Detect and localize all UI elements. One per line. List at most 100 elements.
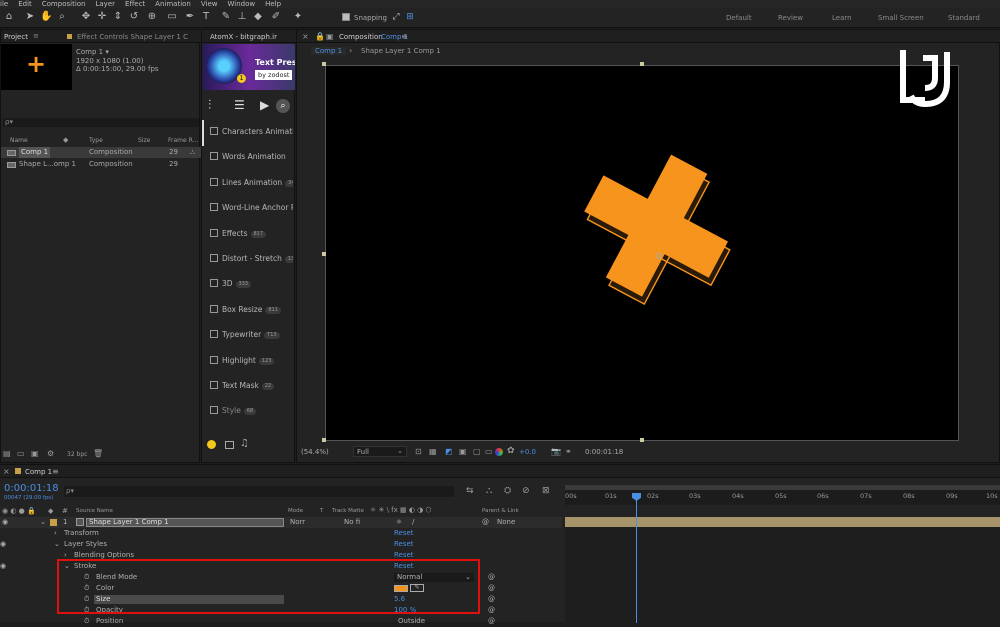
atomx-item[interactable]: Distort - Stretch 13 [205,248,293,270]
atomx-item[interactable]: Words Animation [205,146,293,168]
region-of-interest-icon[interactable]: ⊡ [415,447,422,456]
layer-breadcrumb[interactable]: Shape Layer 1 Comp 1 [361,47,441,55]
col-mode[interactable]: Mode [288,508,303,514]
motion-blur-icon[interactable]: ⊘ [522,486,530,496]
eraser-tool-icon[interactable]: ◆ [252,11,264,23]
project-settings-icon[interactable]: ⚙ [47,449,54,458]
work-area-bar[interactable] [565,485,1000,490]
music-icon[interactable]: ♫ [240,438,249,449]
pan-tool-icon[interactable]: ✛ [96,11,108,23]
menu-file[interactable]: ile [0,0,8,8]
av-switches-icon[interactable]: ◉ ◐ ● 🔒 [2,507,36,515]
snap-options-icon[interactable]: ⤢ [390,11,402,23]
roto-tool-icon[interactable]: ✐ [270,11,282,23]
atomx-item[interactable]: Style 68 [205,400,293,422]
menu-animation[interactable]: Animation [155,0,191,8]
rectangle-tool-icon[interactable]: ▭ [166,11,178,23]
panel-menu-icon[interactable]: ≡ [33,32,39,40]
col-source-name[interactable]: Source Name [76,508,113,514]
graph-editor-icon[interactable]: ⊠ [542,486,550,496]
transform-handle[interactable] [322,252,326,256]
workspace-default[interactable]: Default [726,14,752,22]
tab-atomx[interactable]: AtomX - bitgraph.ir [210,33,277,41]
pickwhip-icon[interactable]: @ [488,594,495,605]
pickwhip-icon[interactable]: @ [488,605,495,616]
col-type[interactable]: Type [89,137,103,144]
atomx-item[interactable]: Effects 817 [205,223,293,245]
layer-label-color[interactable] [50,519,57,526]
layer-mode[interactable]: Norr [290,517,305,528]
collapse-switch-icon[interactable]: ⚛ [396,517,402,528]
col-t[interactable]: T [320,508,323,514]
comp-viewer[interactable] [322,62,960,442]
prop-row[interactable]: › Transform Reset [0,528,562,539]
col-name[interactable]: Name [10,137,28,144]
bpc-label[interactable]: 32 bpc [67,451,87,458]
menu-layer[interactable]: Layer [95,0,115,8]
exposure-value[interactable]: +0.0 [519,448,536,456]
close-tab-icon[interactable]: × [3,467,10,476]
project-search-input[interactable]: ρ▾ [3,118,199,127]
list-icon[interactable]: ☰ [234,98,245,112]
time-ruler[interactable]: 00s 01s 02s 03s 04s 05s 06s 07s 08s 09s … [565,485,1000,505]
pickwhip-icon[interactable]: @ [488,583,495,594]
zoom-level-dropdown[interactable]: (54.4%) [301,448,329,456]
atomx-item[interactable]: Box Resize 811 [205,299,293,321]
new-folder-icon[interactable]: ▭ [17,449,25,458]
col-parent[interactable]: Parent & Link [482,508,519,514]
transform-handle[interactable] [322,62,326,66]
parent-dropdown[interactable]: None [497,517,515,528]
expand-arrow-icon[interactable]: ⌄ [54,539,60,550]
col-frame-rate[interactable]: Frame R... [168,137,198,144]
workspace-standard[interactable]: Standard [948,14,980,22]
mask-visibility-icon[interactable]: ◩ [445,447,453,456]
puppet-tool-icon[interactable]: ✦ [292,11,304,23]
workspace-review[interactable]: Review [778,14,803,22]
menu-view[interactable]: View [201,0,218,8]
menu-effect[interactable]: Effect [125,0,145,8]
transform-handle[interactable] [640,62,644,66]
atomx-item[interactable]: Highlight 123 [205,350,293,372]
snapping-checkbox[interactable] [342,13,350,21]
panel-menu-icon[interactable]: ≡ [52,467,59,476]
selection-tool-icon[interactable]: ➤ [24,11,36,23]
menu-edit[interactable]: Edit [18,0,32,8]
label-color-icon[interactable]: ◆ [63,136,68,144]
atomx-item[interactable]: Text Mask 22 [205,375,293,397]
resolution-dropdown[interactable]: Full ⌄ [353,446,407,457]
eye-icon[interactable]: ◉ [0,561,6,572]
play-icon[interactable]: ▶ [260,98,269,112]
expand-arrow-icon[interactable]: ⌄ [40,517,46,528]
atomx-item[interactable]: Typewriter T13 [205,324,293,346]
pen-tool-icon[interactable]: ✒ [184,11,196,23]
brush-tool-icon[interactable]: ✎ [220,11,232,23]
col-track-matte[interactable]: Track Matte [332,508,364,514]
tab-effect-controls[interactable]: Effect Controls Shape Layer 1 C [77,33,188,41]
zoom-tool-icon[interactable]: ⌕ [56,11,68,23]
preview-icon[interactable] [225,441,234,449]
transform-handle[interactable] [322,438,326,442]
color-channel-icon[interactable] [495,448,503,456]
menu-help[interactable]: Help [265,0,281,8]
3d-view-icon[interactable]: ▢ [473,447,481,456]
info-bulb-icon[interactable] [207,440,216,449]
home-icon[interactable]: ⌂ [3,11,15,23]
atomx-item[interactable]: Word-Line Anchor P [205,197,293,219]
col-size[interactable]: Size [138,137,150,144]
draft-3d-icon[interactable]: ⛬ [486,486,492,496]
timeline-timecode[interactable]: 0:00:01:18 [4,483,59,494]
x-shape-graphic[interactable] [326,66,960,442]
workspace-learn[interactable]: Learn [832,14,852,22]
pickwhip-icon[interactable]: @ [488,572,495,583]
transparency-grid-icon[interactable]: ▦ [429,447,437,456]
menu-window[interactable]: Window [227,0,255,8]
rotate-tool-icon[interactable]: ↺ [128,11,140,23]
snapshot-icon[interactable]: 📷 [551,447,561,456]
exposure-icon[interactable]: ✿ [507,446,515,456]
comp-timecode[interactable]: 0:00:01:18 [585,448,623,456]
layer-name[interactable]: Shape Layer 1 Comp 1 [86,518,284,527]
sliders-icon[interactable]: ⫶ [208,98,211,113]
type-tool-icon[interactable]: T [200,11,212,23]
reset-link[interactable]: Reset [394,528,414,539]
atomx-item[interactable]: Lines Animation 34 [205,172,293,194]
